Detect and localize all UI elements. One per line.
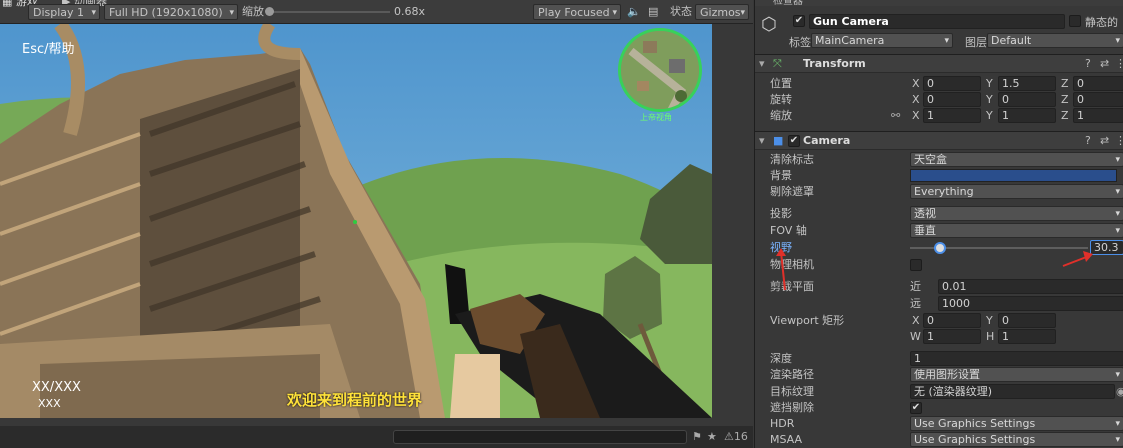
- game-viewport[interactable]: Esc/帮助 上帝视角 XX/XXX XXX 欢迎来到程前的世界: [0, 24, 712, 418]
- game-scene: [0, 24, 712, 418]
- scale-slider-handle[interactable]: [265, 7, 274, 16]
- crosshair-dot: [353, 220, 357, 224]
- console-star-icon[interactable]: ★: [707, 430, 717, 443]
- minimap-label: 上帝视角: [640, 113, 672, 122]
- console-strip: ⚑ ★ ⚠16: [0, 418, 753, 448]
- frame-debugger-icon[interactable]: ▤: [648, 4, 658, 20]
- inspector-panel: 检查器 ⬡ ✔ Gun Camera 静态的 标签 MainCamera 图层 …: [754, 0, 1123, 448]
- scale-slider-track[interactable]: [268, 11, 390, 13]
- console-filter-icon[interactable]: ⚑: [692, 430, 702, 443]
- annotation-arrow-fov-label: [780, 251, 786, 291]
- welcome-message: 欢迎来到程前的世界: [287, 391, 423, 409]
- game-tab-icon: ▦: [2, 0, 16, 8]
- annotation-overlay: [776, 248, 1093, 291]
- minimap: [618, 28, 702, 112]
- stats-button[interactable]: 状态: [670, 4, 692, 20]
- game-toolbar: ▦ 游戏 ▶ 动画器 Display 1 Full HD (1920x1080)…: [0, 0, 753, 24]
- console-search-input[interactable]: [393, 430, 687, 444]
- console-log-count[interactable]: ⚠16: [724, 430, 748, 443]
- scale-label: 缩放: [242, 5, 264, 18]
- resolution-dropdown[interactable]: Full HD (1920x1080): [104, 4, 238, 21]
- gizmos-dropdown[interactable]: Gizmos: [695, 4, 749, 21]
- mute-audio-icon[interactable]: 🔈: [627, 4, 641, 20]
- ammo-count: XX/XXX: [32, 380, 81, 395]
- ammo-reserve: XXX: [38, 397, 61, 410]
- info-icon: ⚠: [724, 430, 734, 443]
- display-dropdown[interactable]: Display 1: [28, 4, 100, 21]
- help-text: Esc/帮助: [22, 42, 75, 57]
- scale-value: 0.68x: [394, 5, 426, 18]
- play-mode-dropdown[interactable]: Play Focused: [533, 4, 621, 21]
